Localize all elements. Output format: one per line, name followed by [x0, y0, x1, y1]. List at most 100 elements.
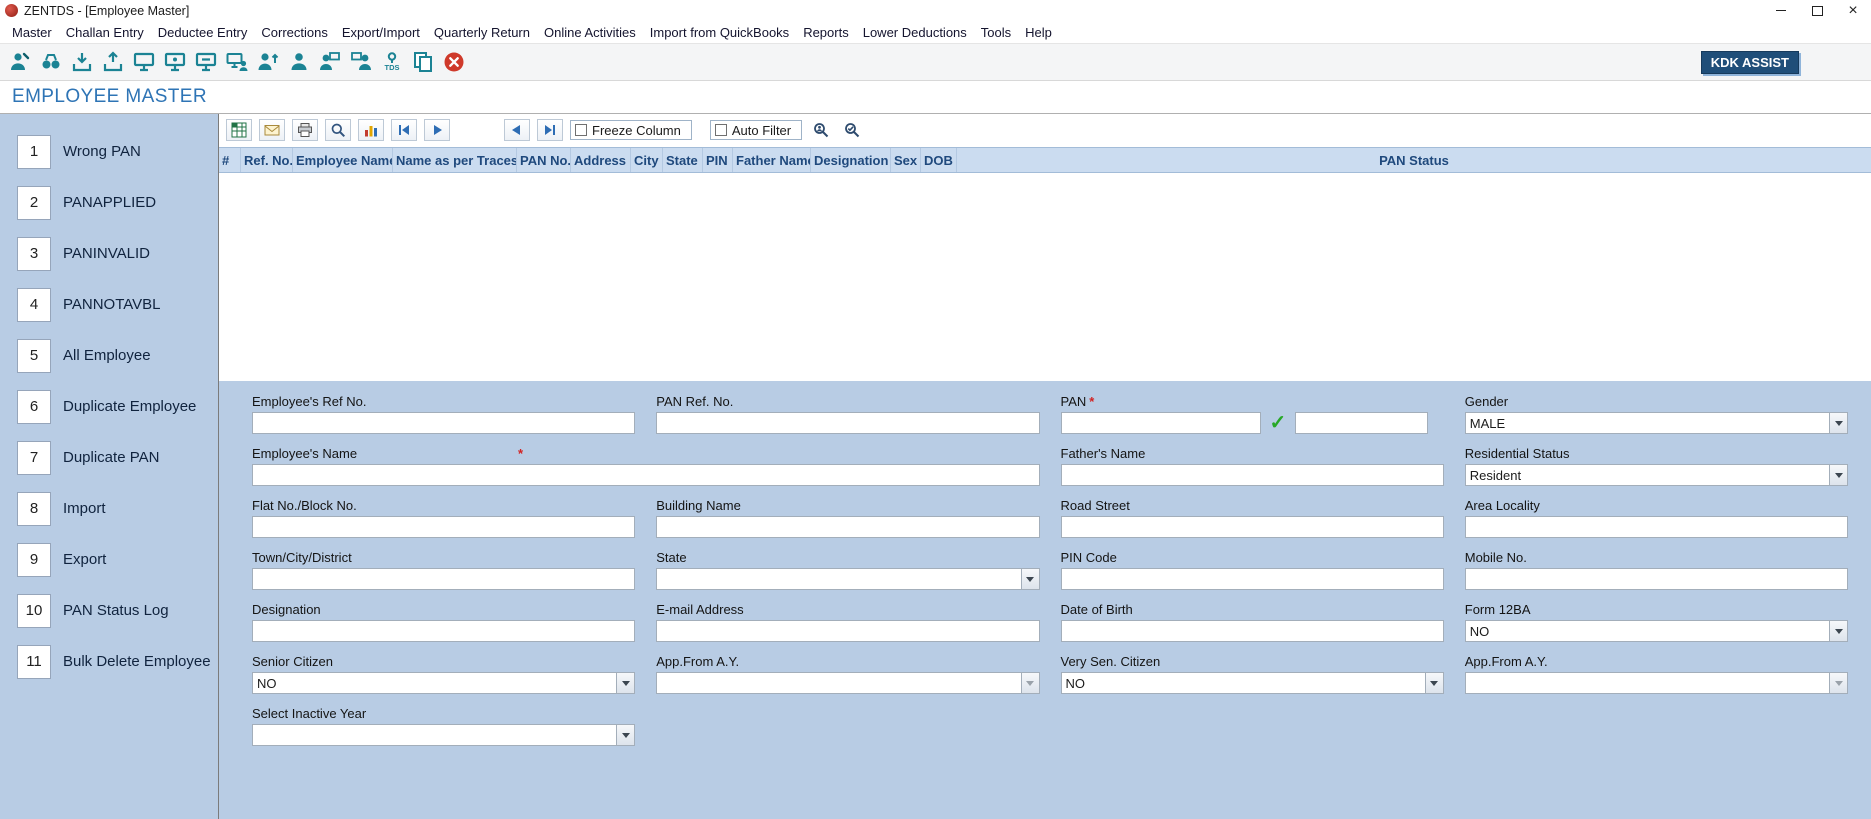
- column-header-dob[interactable]: DOB: [921, 148, 957, 172]
- designation-input[interactable]: [252, 620, 636, 642]
- column-header-sex[interactable]: Sex: [891, 148, 921, 172]
- monitor-user-icon[interactable]: [221, 48, 252, 76]
- building-name-input[interactable]: [656, 516, 1040, 538]
- minimize-button[interactable]: [1763, 0, 1799, 21]
- employee-computer-icon[interactable]: [314, 48, 345, 76]
- employee-upload-icon[interactable]: [252, 48, 283, 76]
- menu-item-import-from-quickbooks[interactable]: Import from QuickBooks: [643, 25, 796, 40]
- pin-code-input[interactable]: [1060, 568, 1444, 590]
- sidebar-item-export[interactable]: 9 Export: [0, 534, 218, 585]
- column-header-pan-no[interactable]: PAN No.: [517, 148, 571, 172]
- area-locality-input[interactable]: [1464, 516, 1848, 538]
- select-inactive-year-select[interactable]: [252, 724, 636, 746]
- edit-employee-icon[interactable]: [4, 48, 35, 76]
- chevron-down-icon[interactable]: [1020, 569, 1039, 589]
- sidebar-item-wrong-pan[interactable]: 1 Wrong PAN: [0, 126, 218, 177]
- pan-status-input[interactable]: [1295, 412, 1429, 434]
- sidebar-item-all-employee[interactable]: 5 All Employee: [0, 330, 218, 381]
- ereturn-monitor-line-icon[interactable]: [190, 48, 221, 76]
- chevron-down-icon[interactable]: [1829, 621, 1847, 641]
- menu-item-deductee-entry[interactable]: Deductee Entry: [151, 25, 255, 40]
- column-header-index[interactable]: #: [219, 148, 241, 172]
- flat-no-input[interactable]: [252, 516, 636, 538]
- town-input[interactable]: [252, 568, 636, 590]
- menu-item-online-activities[interactable]: Online Activities: [537, 25, 643, 40]
- chevron-down-icon[interactable]: [616, 725, 635, 745]
- ereturn-monitor-coin-icon[interactable]: [159, 48, 190, 76]
- chevron-down-icon[interactable]: [1424, 673, 1443, 693]
- sort-chart-button[interactable]: [358, 119, 384, 141]
- tds-rates-icon[interactable]: TDS: [376, 48, 407, 76]
- state-select[interactable]: [656, 568, 1040, 590]
- email-input[interactable]: [656, 620, 1040, 642]
- freeze-column-checkbox[interactable]: Freeze Column: [570, 120, 692, 140]
- notes-icon[interactable]: [407, 48, 438, 76]
- search-icon[interactable]: [35, 48, 66, 76]
- chevron-down-icon[interactable]: [1829, 413, 1847, 433]
- very-sen-citizen-select[interactable]: NO: [1060, 672, 1444, 694]
- sidebar-item-pan-status-log[interactable]: 10 PAN Status Log: [0, 585, 218, 636]
- residential-status-select[interactable]: Resident: [1464, 464, 1848, 486]
- employee-ref-no-input[interactable]: [252, 412, 636, 434]
- kdk-assist-button[interactable]: KDK ASSIST: [1700, 51, 1799, 74]
- auto-filter-checkbox[interactable]: Auto Filter: [709, 120, 803, 140]
- pan-ref-no-input[interactable]: [656, 412, 1040, 434]
- mobile-no-input[interactable]: [1464, 568, 1848, 590]
- export-icon[interactable]: [97, 48, 128, 76]
- employee-icon[interactable]: [283, 48, 314, 76]
- menu-item-help[interactable]: Help: [1018, 25, 1059, 40]
- column-header-name-as-per-traces[interactable]: Name as per Traces: [393, 148, 517, 172]
- employee-name-input[interactable]: [252, 464, 1040, 486]
- exit-icon[interactable]: [438, 48, 469, 76]
- menu-item-quarterly-return[interactable]: Quarterly Return: [427, 25, 537, 40]
- column-header-state[interactable]: State: [663, 148, 703, 172]
- column-header-designation[interactable]: Designation: [811, 148, 891, 172]
- next-record-button[interactable]: [424, 119, 450, 141]
- grid-body[interactable]: [219, 173, 1871, 381]
- pan-input[interactable]: [1060, 412, 1261, 434]
- column-header-ref-no[interactable]: Ref. No.: [241, 148, 293, 172]
- gender-select[interactable]: MALE: [1464, 412, 1848, 434]
- export-excel-button[interactable]: [226, 119, 252, 141]
- zoom-button[interactable]: [325, 119, 351, 141]
- menu-item-tools[interactable]: Tools: [974, 25, 1018, 40]
- column-header-address[interactable]: Address: [571, 148, 631, 172]
- chevron-down-icon[interactable]: [1829, 465, 1847, 485]
- first-record-button[interactable]: [391, 119, 417, 141]
- menu-item-challan-entry[interactable]: Challan Entry: [59, 25, 151, 40]
- sidebar-item-paninvalid[interactable]: 3 PANINVALID: [0, 228, 218, 279]
- senior-citizen-select[interactable]: NO: [252, 672, 636, 694]
- father-name-input[interactable]: [1060, 464, 1444, 486]
- menu-item-corrections[interactable]: Corrections: [254, 25, 334, 40]
- menu-item-reports[interactable]: Reports: [796, 25, 856, 40]
- menu-item-lower-deductions[interactable]: Lower Deductions: [856, 25, 974, 40]
- column-header-father-name[interactable]: Father Name: [733, 148, 811, 172]
- sidebar-item-duplicate-employee[interactable]: 6 Duplicate Employee: [0, 381, 218, 432]
- column-header-employee-name[interactable]: Employee Name: [293, 148, 393, 172]
- sidebar-item-duplicate-pan[interactable]: 7 Duplicate PAN: [0, 432, 218, 483]
- employee-computer-icon-2[interactable]: [345, 48, 376, 76]
- prev-record-button[interactable]: [504, 119, 530, 141]
- column-header-pan-status[interactable]: PAN Status: [957, 148, 1871, 172]
- search-pan-icon[interactable]: [809, 119, 833, 141]
- export-mail-button[interactable]: [259, 119, 285, 141]
- maximize-button[interactable]: [1799, 0, 1835, 21]
- ereturn-monitor-icon[interactable]: [128, 48, 159, 76]
- sidebar-item-pannotavbl[interactable]: 4 PANNOTAVBL: [0, 279, 218, 330]
- road-street-input[interactable]: [1060, 516, 1444, 538]
- sidebar-item-bulk-delete-employee[interactable]: 11 Bulk Delete Employee: [0, 636, 218, 687]
- menu-item-export-import[interactable]: Export/Import: [335, 25, 427, 40]
- close-button[interactable]: [1835, 0, 1871, 21]
- column-header-pin[interactable]: PIN: [703, 148, 733, 172]
- sidebar-item-panapplied[interactable]: 2 PANAPPLIED: [0, 177, 218, 228]
- form-12ba-select[interactable]: NO: [1464, 620, 1848, 642]
- verify-pan-icon[interactable]: [840, 119, 864, 141]
- dob-input[interactable]: [1060, 620, 1444, 642]
- print-button[interactable]: [292, 119, 318, 141]
- chevron-down-icon[interactable]: [616, 673, 635, 693]
- last-record-button[interactable]: [537, 119, 563, 141]
- column-header-city[interactable]: City: [631, 148, 663, 172]
- import-icon[interactable]: [66, 48, 97, 76]
- menu-item-master[interactable]: Master: [5, 25, 59, 40]
- sidebar-item-import[interactable]: 8 Import: [0, 483, 218, 534]
